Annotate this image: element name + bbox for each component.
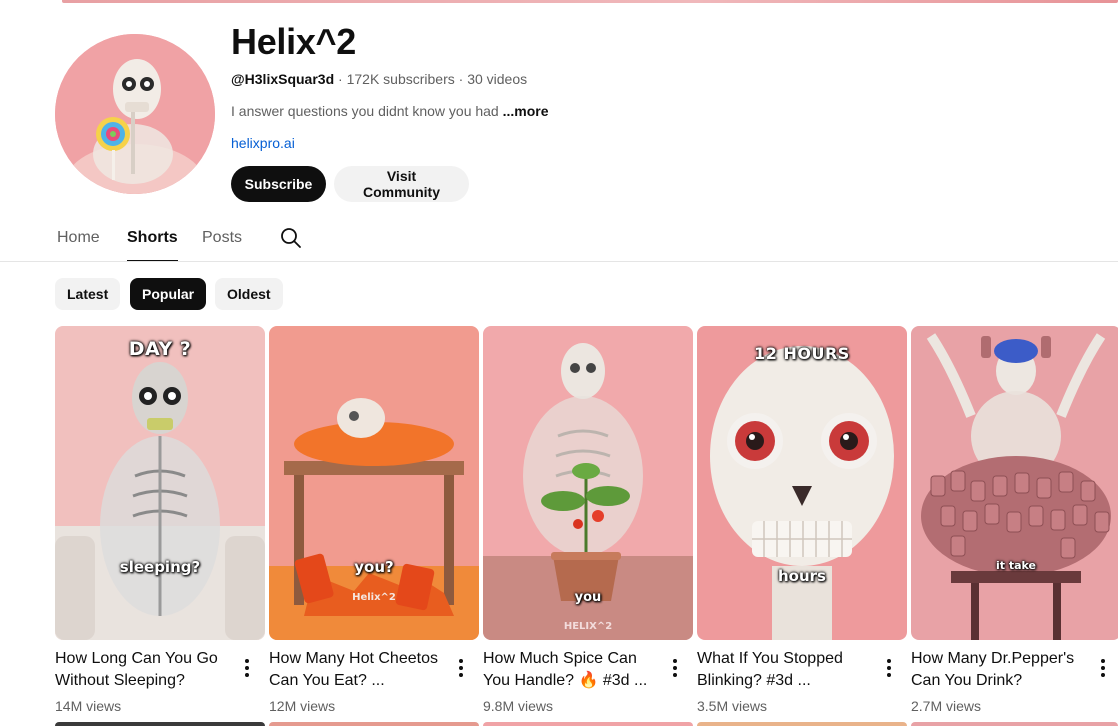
channel-name: Helix^2 [231,21,356,62]
short-thumbnail[interactable]: it take [911,326,1118,640]
channel-banner [62,0,1118,3]
channel-description[interactable]: I answer questions you didnt know you ha… [231,102,549,120]
thumbnail-caption-top: DAY ? [128,338,192,360]
thumbnail-image [697,326,907,640]
tab-home[interactable]: Home [57,224,100,262]
next-row-thumbnail [55,722,265,726]
short-title[interactable]: How Many Hot Cheetos Can You Eat? ... [269,648,449,692]
short-title[interactable]: How Many Dr.Pepper's Can You Drink? [911,648,1091,692]
channel-stats: · 172K subscribers · 30 videos [334,71,528,87]
channel-avatar[interactable] [55,34,215,194]
filter-latest[interactable]: Latest [55,278,121,310]
filter-popular[interactable]: Popular [130,278,207,310]
short-card: 12 HOURS hours What If You Stopped Blink… [697,326,907,726]
short-card: you HELIX^2 How Much Spice Can You Handl… [483,326,693,726]
visit-community-button[interactable]: Visit Community [334,166,469,202]
more-vert-icon[interactable] [451,656,471,680]
thumbnail-image [55,326,265,640]
filter-oldest[interactable]: Oldest [215,278,283,310]
thumbnail-watermark: HELIX^2 [563,621,613,632]
short-views: 9.8M views [483,698,554,714]
next-row-thumbnail [269,722,479,726]
thumbnail-image [911,326,1118,640]
thumbnail-caption: sleeping? [119,558,201,576]
short-views: 2.7M views [911,698,982,714]
short-views: 14M views [55,698,122,714]
search-icon[interactable] [279,226,303,250]
tabs-divider [0,261,1118,262]
short-thumbnail[interactable]: you? Helix^2 [269,326,479,640]
next-row-thumbnail [911,722,1118,726]
short-thumbnail[interactable]: DAY ? sleeping? [55,326,265,640]
more-vert-icon[interactable] [879,656,899,680]
short-views: 3.5M views [697,698,768,714]
channel-link[interactable]: helixpro.ai [231,134,295,152]
short-card: you? Helix^2 How Many Hot Cheetos Can Yo… [269,326,479,726]
short-thumbnail[interactable]: you HELIX^2 [483,326,693,640]
more-vert-icon[interactable] [665,656,685,680]
short-card: DAY ? sleeping? How Long Can You Go With… [55,326,265,726]
short-title[interactable]: How Much Spice Can You Handle? 🔥 #3d ... [483,648,663,692]
short-title[interactable]: How Long Can You Go Without Sleeping? [55,648,235,692]
tab-shorts[interactable]: Shorts [127,224,178,262]
next-row-thumbnail [483,722,693,726]
thumbnail-caption: it take [995,559,1037,572]
more-link[interactable]: ...more [503,103,549,119]
description-text: I answer questions you didnt know you ha… [231,103,503,119]
more-vert-icon[interactable] [237,656,257,680]
thumbnail-watermark: Helix^2 [352,592,396,603]
short-views: 12M views [269,698,336,714]
tab-posts[interactable]: Posts [202,224,242,262]
short-title[interactable]: What If You Stopped Blinking? #3d ... [697,648,877,692]
avatar-skeleton-image [55,34,215,194]
channel-handle: @H3lixSquar3d [231,71,335,87]
next-row-thumbnail [697,722,907,726]
short-card: it take How Many Dr.Pepper's Can You Dri… [911,326,1118,726]
channel-meta: @H3lixSquar3d · 172K subscribers · 30 vi… [231,70,527,88]
subscribe-button[interactable]: Subscribe [231,166,326,202]
thumbnail-caption-top: 12 HOURS [754,344,850,363]
short-thumbnail[interactable]: 12 HOURS hours [697,326,907,640]
more-vert-icon[interactable] [1093,656,1113,680]
thumbnail-caption: you [574,590,602,605]
thumbnail-caption: you? [354,558,394,576]
thumbnail-caption: hours [778,567,826,585]
